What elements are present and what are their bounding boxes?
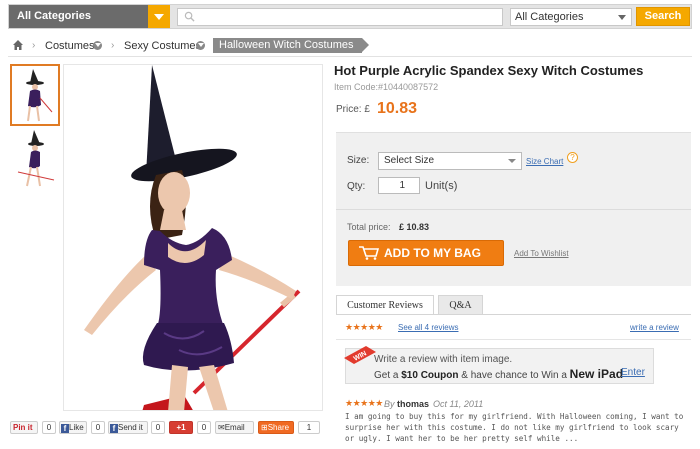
email-label: Email <box>224 423 245 432</box>
category-select[interactable]: All Categories <box>510 8 632 26</box>
add-to-bag-label: ADD TO MY BAG <box>384 246 481 260</box>
facebook-icon: f <box>110 424 118 433</box>
breadcrumb-current: Halloween Witch Costumes <box>213 38 368 53</box>
facebook-like-button[interactable]: f Like <box>59 421 87 434</box>
qty-label: Qty: <box>347 181 366 192</box>
thumbnail-1[interactable] <box>10 64 60 126</box>
divider <box>8 56 692 57</box>
promo-get: Get a <box>374 370 399 381</box>
unit-label: Unit(s) <box>425 180 458 192</box>
breadcrumb-separator: › <box>111 40 115 51</box>
tab-qa[interactable]: Q&A <box>438 295 483 315</box>
home-icon[interactable] <box>12 39 24 51</box>
search-input[interactable] <box>177 8 503 26</box>
email-button[interactable]: ✉Email <box>215 421 254 434</box>
promo-coupon: $10 Coupon <box>401 370 459 381</box>
tab-customer-reviews[interactable]: Customer Reviews <box>336 295 434 315</box>
win-badge-icon: WIN <box>344 346 376 364</box>
all-categories-button[interactable]: All Categories <box>9 5 170 28</box>
divider <box>336 314 691 315</box>
size-label: Size: <box>347 155 370 166</box>
promo-prize: New iPad <box>569 367 624 381</box>
breadcrumb-item-sexy-costumes[interactable]: Sexy Costumes <box>124 40 201 52</box>
search-icon <box>184 11 195 22</box>
pinterest-button[interactable]: Pin it <box>10 421 38 434</box>
facebook-send-button[interactable]: f Send it <box>108 421 148 434</box>
review-text: I am going to buy this for my girlfriend… <box>345 412 684 443</box>
chevron-down-icon <box>618 15 626 20</box>
quantity-input[interactable]: 1 <box>378 177 420 194</box>
share-icon: ⊞ <box>261 423 268 432</box>
pinterest-count: 0 <box>42 421 56 434</box>
price-value: 10.83 <box>377 100 418 117</box>
rating-stars: ★★★★★ <box>345 322 383 332</box>
facebook-icon: f <box>61 424 69 433</box>
chevron-down-icon <box>508 159 516 163</box>
size-select-value: Select Size <box>384 155 435 166</box>
help-icon[interactable]: ? <box>567 152 578 163</box>
breadcrumb-item-costumes[interactable]: Costumes <box>45 40 95 52</box>
chevron-down-icon[interactable] <box>148 5 170 28</box>
price-label-text: Price: <box>336 104 362 115</box>
gplus-label: +1 <box>176 423 186 432</box>
share-count: 1 <box>298 421 320 434</box>
envelope-icon: ✉ <box>218 423 225 432</box>
costume-thumbnail-image <box>17 130 55 187</box>
costume-thumbnail-image <box>26 69 53 122</box>
total-price-label: Total price: <box>347 222 391 232</box>
review-date: Oct 11, 2011 <box>433 399 484 409</box>
cart-icon <box>359 246 379 260</box>
promo-line-2: Get a $10 Coupon & have chance to Win a … <box>374 367 623 381</box>
thumbnail-2[interactable] <box>10 128 60 190</box>
size-chart-link[interactable]: Size Chart <box>526 157 563 166</box>
review-promo-banner[interactable]: WIN Write a review with item image. Get … <box>344 346 654 384</box>
item-code: Item Code:#10440087572 <box>334 82 439 92</box>
divider <box>336 339 691 340</box>
review-rating-stars: ★★★★★ <box>345 398 383 408</box>
all-categories-label: All Categories <box>17 10 91 22</box>
promo-mid: & have chance to Win a <box>461 370 567 381</box>
promo-enter-link[interactable]: Enter <box>621 367 645 378</box>
purchase-options-panel: Size: Select Size Size Chart ? Qty: 1 Un… <box>336 132 691 286</box>
google-plus-button[interactable]: +1 <box>169 421 193 434</box>
review-by-label: By <box>384 399 395 409</box>
promo-line-1: Write a review with item image. <box>374 354 513 365</box>
like-count: 0 <box>91 421 105 434</box>
product-title: Hot Purple Acrylic Spandex Sexy Witch Co… <box>334 63 644 78</box>
see-all-reviews-link[interactable]: See all 4 reviews <box>398 323 458 332</box>
price-label: Price: £ <box>336 104 370 115</box>
breadcrumb-separator: › <box>32 40 36 51</box>
add-to-bag-button[interactable]: ADD TO MY BAG <box>348 240 504 266</box>
witch-costume-image <box>84 65 301 410</box>
main-product-image[interactable] <box>63 64 323 411</box>
gplus-count: 0 <box>197 421 211 434</box>
breadcrumb: › Costumes › Sexy Costumes Halloween Wit… <box>8 38 692 54</box>
like-label: Like <box>69 423 84 432</box>
currency-symbol: £ <box>364 104 370 115</box>
share-button[interactable]: ⊞Share <box>258 421 294 434</box>
search-button[interactable]: Search <box>636 7 690 26</box>
total-price-value: £ 10.83 <box>399 222 430 232</box>
divider <box>336 209 691 210</box>
size-select[interactable]: Select Size <box>378 152 522 170</box>
write-review-link[interactable]: write a review <box>630 323 679 332</box>
review-author: thomas <box>397 399 430 409</box>
add-to-wishlist-link[interactable]: Add To Wishlist <box>514 249 569 258</box>
dropdown-icon[interactable] <box>196 41 205 50</box>
share-label: Share <box>267 423 290 432</box>
dropdown-icon[interactable] <box>93 41 102 50</box>
top-search-bar: All Categories All Categories Search <box>8 4 692 29</box>
send-count: 0 <box>151 421 165 434</box>
category-select-value: All Categories <box>515 11 584 23</box>
send-label: Send it <box>118 423 143 432</box>
